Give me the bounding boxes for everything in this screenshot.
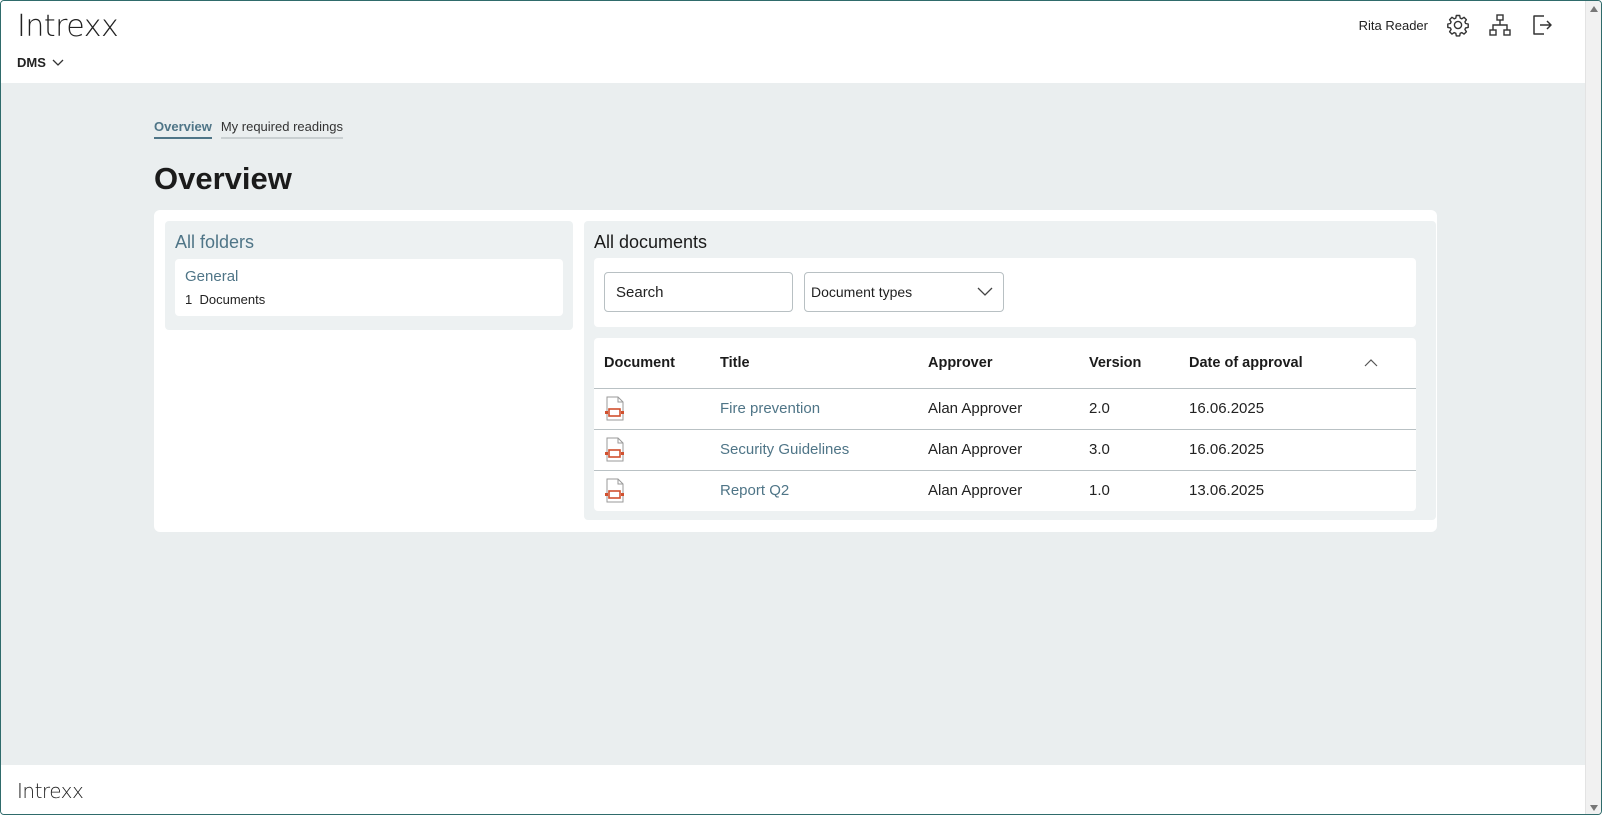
- tab-overview[interactable]: Overview: [154, 119, 212, 139]
- document-title-link[interactable]: Report Q2: [720, 482, 789, 499]
- user-area: Rita Reader: [1359, 13, 1554, 37]
- version-cell: 2.0: [1089, 388, 1189, 430]
- overview-card: All folders General 1 Documents All docu…: [154, 210, 1437, 532]
- table-row[interactable]: Report Q2 Alan Approver 1.0 13.06.2025: [594, 470, 1416, 511]
- footer-logo[interactable]: Intrexx: [17, 779, 84, 803]
- documents-table-container: Document Title Approver Version Date of …: [594, 338, 1416, 511]
- scroll-down-arrow-icon[interactable]: [1589, 803, 1599, 813]
- pdf-document-icon[interactable]: [604, 478, 626, 504]
- column-header-title[interactable]: Title: [720, 338, 928, 389]
- pdf-document-icon[interactable]: [604, 396, 626, 422]
- date-cell: 16.06.2025: [1189, 388, 1364, 430]
- approver-cell: Alan Approver: [928, 388, 1089, 430]
- gear-icon[interactable]: [1446, 13, 1470, 37]
- app-menu-dropdown[interactable]: DMS: [17, 55, 64, 70]
- chevron-down-icon: [52, 59, 64, 66]
- footer: Intrexx: [1, 765, 1586, 814]
- empty-cell: [1364, 470, 1416, 511]
- documents-table: Document Title Approver Version Date of …: [594, 338, 1416, 511]
- filter-bar: Document types: [594, 258, 1416, 327]
- column-header-version[interactable]: Version: [1089, 338, 1189, 389]
- version-cell: 3.0: [1089, 429, 1189, 471]
- title-cell: Fire prevention: [720, 388, 928, 430]
- sort-column: [1364, 338, 1416, 389]
- pdf-document-icon[interactable]: [604, 437, 626, 463]
- version-cell: 1.0: [1089, 482, 1110, 500]
- table-header-row: Document Title Approver Version Date of …: [594, 338, 1416, 389]
- approver-cell: Alan Approver: [928, 429, 1089, 471]
- folders-title[interactable]: All folders: [175, 232, 254, 253]
- chevron-down-icon: [977, 287, 993, 296]
- approver-cell: Alan Approver: [928, 482, 1023, 500]
- document-cell: [594, 429, 720, 471]
- title-cell: Report Q2: [720, 470, 928, 511]
- tab-bar: Overview My required readings: [154, 119, 343, 139]
- document-title-link[interactable]: Security Guidelines: [720, 441, 849, 458]
- document-title-link[interactable]: Fire prevention: [720, 400, 820, 417]
- documents-panel: All documents Document types Document Ti…: [584, 221, 1436, 520]
- logout-icon[interactable]: [1530, 13, 1554, 37]
- column-header-date-of-approval[interactable]: Date of approval: [1189, 338, 1364, 389]
- empty-cell: [1364, 388, 1416, 430]
- document-types-label: Document types: [811, 284, 913, 300]
- main-content: Overview My required readings Overview A…: [1, 83, 1586, 765]
- app-window: Intrexx DMS Rita Reader Overview My requ…: [0, 0, 1602, 815]
- scroll-up-arrow-icon[interactable]: [1589, 4, 1599, 14]
- folder-item-general[interactable]: General 1 Documents: [175, 259, 563, 316]
- folders-panel: All folders General 1 Documents: [165, 221, 573, 330]
- folder-name[interactable]: General: [185, 268, 238, 285]
- date-cell: 13.06.2025: [1189, 482, 1265, 500]
- column-header-approver[interactable]: Approver: [928, 338, 1089, 389]
- tab-my-required-readings[interactable]: My required readings: [220, 119, 343, 139]
- search-input[interactable]: [604, 272, 793, 312]
- folder-count-value: 1: [185, 292, 193, 307]
- page-title: Overview: [154, 161, 292, 196]
- app-menu-label: DMS: [17, 55, 46, 70]
- documents-title: All documents: [594, 232, 708, 252]
- document-cell: [594, 470, 720, 511]
- table-row[interactable]: Security Guidelines Alan Approver 3.0 16…: [594, 429, 1416, 471]
- empty-cell: [1364, 429, 1416, 471]
- folder-count-label: Documents: [199, 292, 266, 307]
- chevron-up-icon[interactable]: [1364, 358, 1378, 367]
- document-cell: [594, 388, 720, 430]
- column-header-document[interactable]: Document: [594, 338, 720, 389]
- folder-document-count: 1 Documents: [185, 292, 265, 307]
- username[interactable]: Rita Reader: [1359, 18, 1428, 33]
- sitemap-icon[interactable]: [1488, 13, 1512, 37]
- title-cell: Security Guidelines: [720, 429, 928, 471]
- top-header: Intrexx DMS Rita Reader: [1, 1, 1586, 83]
- date-cell: 16.06.2025: [1189, 429, 1364, 471]
- table-row[interactable]: Fire prevention Alan Approver 2.0 16.06.…: [594, 388, 1416, 430]
- vertical-scrollbar[interactable]: [1585, 1, 1601, 814]
- document-types-select[interactable]: Document types: [804, 272, 1004, 312]
- intrexx-logo[interactable]: Intrexx: [17, 9, 119, 44]
